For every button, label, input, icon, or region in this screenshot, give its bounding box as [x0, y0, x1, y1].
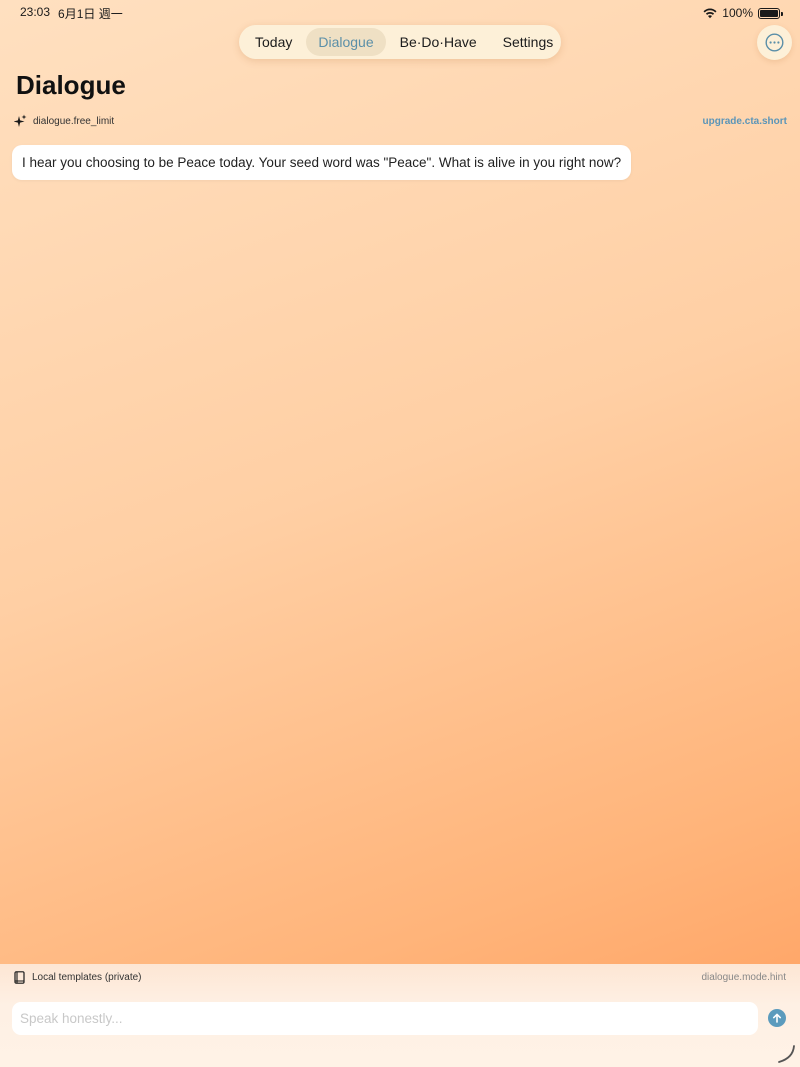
- composer-footer: Local templates (private) dialogue.mode.…: [0, 964, 800, 1067]
- status-time: 23:03: [20, 4, 51, 19]
- more-options-button[interactable]: [757, 25, 792, 60]
- mode-info: Local templates (private): [14, 970, 142, 984]
- mode-row: Local templates (private) dialogue.mode.…: [0, 964, 800, 990]
- battery-fill: [760, 9, 778, 17]
- mode-label: Local templates (private): [32, 971, 142, 983]
- battery-percent: 100%: [722, 6, 753, 20]
- free-limit-info: dialogue.free_limit: [14, 114, 114, 128]
- message-input-container: [12, 1002, 758, 1035]
- status-right: 100%: [703, 6, 783, 20]
- status-left: 23:03 6月1日 週一: [20, 5, 123, 22]
- free-limit-bar: dialogue.free_limit upgrade.cta.short: [0, 110, 800, 132]
- send-button[interactable]: [768, 1009, 786, 1027]
- status-date: 6月1日 週一: [58, 6, 123, 21]
- resize-handle-icon[interactable]: [776, 1044, 796, 1064]
- sparkles-icon: [14, 114, 27, 127]
- arrow-up-circle-icon: [773, 1013, 781, 1023]
- status-bar: 23:03 6月1日 週一 100%: [0, 0, 800, 26]
- assistant-message-bubble: I hear you choosing to be Peace today. Y…: [12, 145, 632, 180]
- message-text: I hear you choosing to be Peace today. Y…: [22, 155, 622, 170]
- battery-icon: [758, 7, 783, 19]
- mode-hint: dialogue.mode.hint: [701, 971, 786, 983]
- page-title: Dialogue: [16, 70, 126, 100]
- free-limit-label: dialogue.free_limit: [33, 115, 115, 127]
- tab-dialogue[interactable]: Dialogue: [306, 28, 386, 56]
- ellipsis-circle-icon: [765, 33, 784, 52]
- message-input[interactable]: [20, 1011, 750, 1026]
- top-nav-segmented-control: Today Dialogue Be·Do·Have Settings: [239, 25, 561, 59]
- book-icon: [14, 970, 25, 984]
- tab-be-do-have[interactable]: Be·Do·Have: [388, 28, 489, 56]
- tab-today[interactable]: Today: [243, 28, 304, 56]
- wifi-icon: [703, 8, 717, 18]
- tab-settings[interactable]: Settings: [491, 28, 566, 56]
- upgrade-link[interactable]: upgrade.cta.short: [703, 116, 787, 127]
